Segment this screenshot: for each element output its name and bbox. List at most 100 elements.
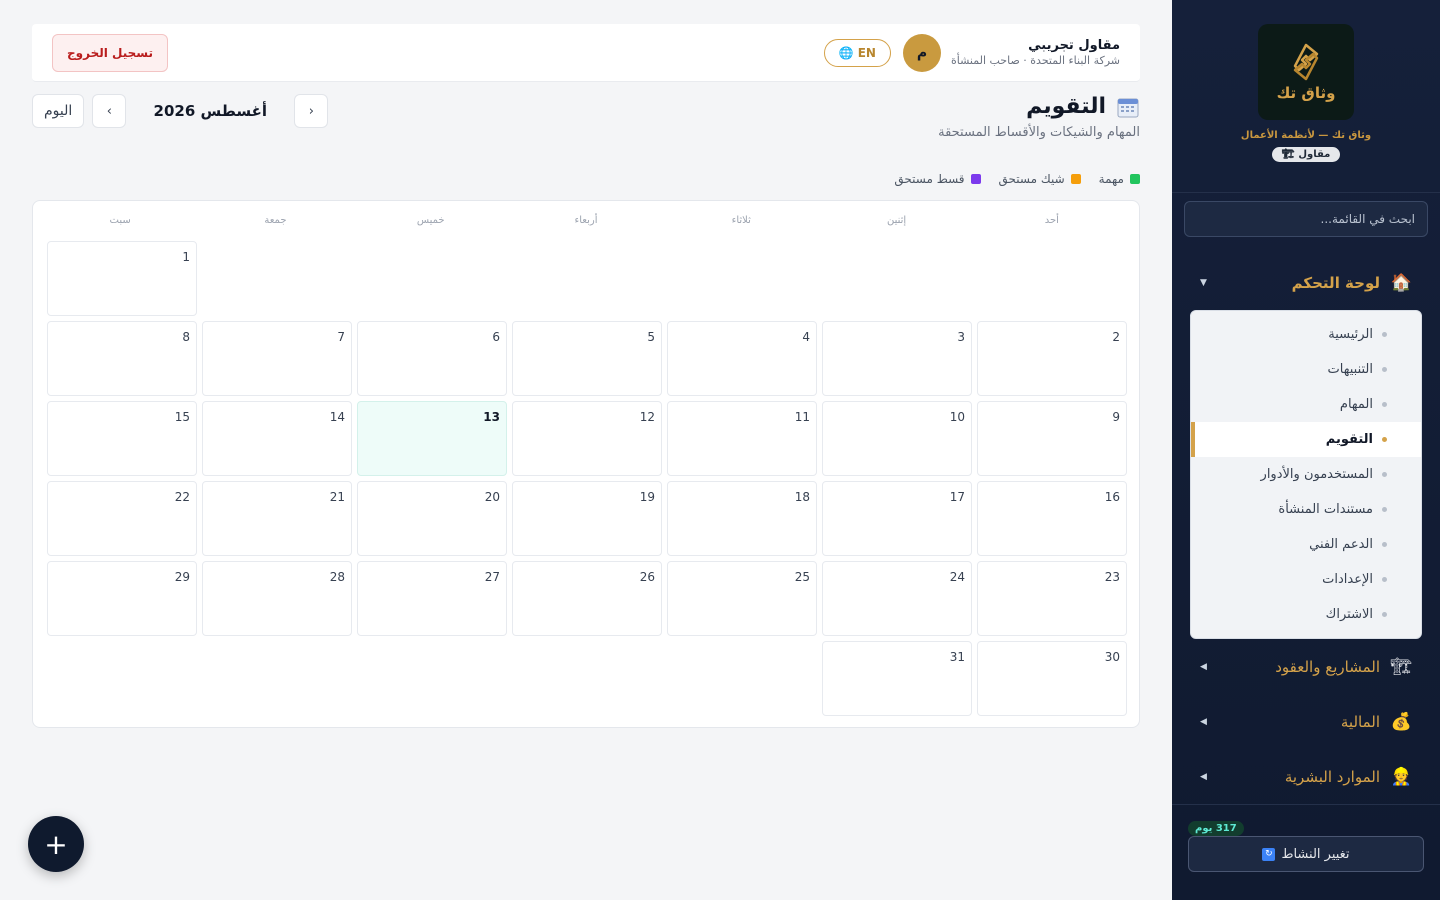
day-number: 25 — [794, 570, 810, 584]
day-grid: 1 2 3 4 5 6 7 8 9 10 11 12 13 14 15 16 17 18 19 20 21 22 23 24 2… — [45, 241, 1127, 716]
user-name: مقاول تجريبي — [1028, 38, 1120, 53]
day-cell[interactable]: 8 — [47, 321, 197, 396]
day-number: 9 — [1112, 410, 1120, 424]
day-cell[interactable]: 3 — [822, 321, 972, 396]
sidebar-item-home[interactable]: الرئيسية — [1191, 317, 1421, 352]
sidebar-item-label: المستخدمون والأدوار — [1260, 467, 1373, 482]
brand-block: وثاق تك وثاق تك — لأنظمة الأعمال مقاول 🏗 — [1172, 0, 1440, 193]
sidebar-item-label: الإعدادات — [1322, 572, 1373, 587]
day-number: 2 — [1112, 330, 1120, 344]
brand-tagline: وثاق تك — لأنظمة الأعمال — [1240, 130, 1372, 141]
day-cell[interactable]: 23 — [977, 561, 1127, 636]
day-number: 6 — [492, 330, 500, 344]
day-cell[interactable]: 5 — [512, 321, 662, 396]
day-cell[interactable]: 27 — [357, 561, 507, 636]
sidebar-item-documents[interactable]: مستندات المنشأة — [1191, 492, 1421, 527]
weekday-label: سبت — [109, 215, 131, 226]
day-number: 28 — [329, 570, 345, 584]
globe-icon: 🌐 — [838, 45, 854, 60]
nav-group-projects[interactable]: 🏗 المشاريع والعقود ◀ — [1172, 639, 1440, 694]
title-block: التقويم المهام والشيكات والأقساط المستحق… — [938, 94, 1140, 140]
day-cell[interactable]: 30 — [977, 641, 1127, 716]
day-number: 21 — [329, 490, 345, 504]
day-cell[interactable]: 6 — [357, 321, 507, 396]
sidebar-item-users-roles[interactable]: المستخدمون والأدوار — [1191, 457, 1421, 492]
nav-group-label: الموارد البشرية — [1284, 767, 1380, 786]
prev-month-button[interactable]: ‹ — [294, 94, 329, 128]
day-cell[interactable]: 18 — [667, 481, 817, 556]
sidebar-item-label: مستندات المنشأة — [1278, 502, 1373, 517]
month-label: أغسطس 2026 — [153, 102, 267, 120]
chevron-left-icon: ◀ — [1200, 716, 1207, 727]
logo[interactable]: وثاق تك — [1258, 24, 1354, 120]
sidebar-item-label: الرئيسية — [1328, 327, 1373, 342]
day-cell[interactable]: 14 — [202, 401, 352, 476]
sidebar-item-subscription[interactable]: الاشتراك — [1191, 597, 1421, 632]
page-title: التقويم — [1026, 94, 1106, 119]
sidebar-item-calendar[interactable]: التقويم — [1191, 422, 1421, 457]
day-cell[interactable]: 4 — [667, 321, 817, 396]
empty-cell — [202, 241, 352, 316]
switch-activity-button[interactable]: تغيير النشاط ↻ — [1188, 836, 1424, 872]
language-toggle-button[interactable]: EN 🌐 — [823, 38, 891, 67]
next-month-button[interactable]: › — [92, 94, 127, 128]
day-number: 22 — [174, 490, 190, 504]
weekday-label: أربعاء — [574, 215, 598, 226]
day-number: 27 — [484, 570, 500, 584]
user-area: مقاول تجريبي شركة البناء المتحدة · صاحب … — [823, 33, 1120, 72]
day-cell[interactable]: 2 — [977, 321, 1127, 396]
house-icon: 🏠 — [1390, 272, 1412, 293]
weekday-label: خميس — [416, 215, 445, 226]
nav-group-finance[interactable]: 💰 المالية ◀ — [1172, 694, 1440, 749]
today-button[interactable]: اليوم — [32, 94, 85, 128]
day-cell[interactable]: 21 — [202, 481, 352, 556]
bullet-icon — [1382, 472, 1387, 477]
day-cell[interactable]: 9 — [977, 401, 1127, 476]
day-cell[interactable]: 17 — [822, 481, 972, 556]
calendar-grid: أحد إثنين ثلاثاء أربعاء خميس جمعة سبت 12… — [32, 200, 1140, 728]
sidebar-item-support[interactable]: الدعم الفني — [1191, 527, 1421, 562]
nav-group-dashboard[interactable]: 🏠 لوحة التحكم ▼ — [1172, 255, 1440, 310]
day-cell[interactable]: 26 — [512, 561, 662, 636]
weekday-label: ثلاثاء — [731, 215, 751, 226]
add-event-button[interactable]: + — [28, 816, 84, 872]
day-cell[interactable]: 20 — [357, 481, 507, 556]
sidebar-item-alerts[interactable]: التنبيهات — [1191, 352, 1421, 387]
page-header: التقويم المهام والشيكات والأقساط المستحق… — [32, 94, 1140, 156]
day-cell[interactable]: 31 — [822, 641, 972, 716]
sidebar-item-label: التنبيهات — [1327, 362, 1373, 377]
chevron-left-icon: ◀ — [1200, 661, 1207, 672]
day-cell[interactable]: 24 — [822, 561, 972, 636]
weekday-label: أحد — [1044, 215, 1059, 226]
day-cell[interactable]: 11 — [667, 401, 817, 476]
day-cell[interactable]: 1 — [47, 241, 197, 316]
legend-swatch — [1070, 174, 1081, 184]
sidebar-item-settings[interactable]: الإعدادات — [1191, 562, 1421, 597]
calendar-legend: مهمة شيك مستحق قسط مستحق — [32, 168, 1140, 190]
day-cell[interactable]: 10 — [822, 401, 972, 476]
day-cell[interactable]: 22 — [47, 481, 197, 556]
day-cell-today[interactable]: 13 — [357, 401, 507, 476]
language-label: EN — [857, 45, 876, 60]
day-cell[interactable]: 7 — [202, 321, 352, 396]
day-cell[interactable]: 25 — [667, 561, 817, 636]
day-cell[interactable]: 29 — [47, 561, 197, 636]
logout-button[interactable]: تسجيل الخروج — [52, 33, 168, 72]
main-content: مقاول تجريبي شركة البناء المتحدة · صاحب … — [32, 24, 1140, 728]
role-badge: مقاول 🏗 — [1271, 147, 1341, 162]
day-number: 8 — [182, 330, 190, 344]
day-cell[interactable]: 15 — [47, 401, 197, 476]
sidebar-item-tasks[interactable]: المهام — [1191, 387, 1421, 422]
day-number: 30 — [1104, 650, 1120, 664]
day-cell[interactable]: 19 — [512, 481, 662, 556]
avatar[interactable]: م — [902, 33, 941, 72]
chevron-left-icon: ◀ — [1200, 771, 1207, 782]
sidebar-item-label: المهام — [1339, 397, 1373, 412]
day-cell[interactable]: 12 — [512, 401, 662, 476]
day-cell[interactable]: 28 — [202, 561, 352, 636]
page-subtitle: المهام والشيكات والأقساط المستحقة — [938, 125, 1140, 140]
day-number: 12 — [639, 410, 655, 424]
menu-search-input[interactable] — [1184, 201, 1428, 237]
day-cell[interactable]: 16 — [977, 481, 1127, 556]
nav-group-hr[interactable]: 👷 الموارد البشرية ◀ — [1172, 749, 1440, 804]
